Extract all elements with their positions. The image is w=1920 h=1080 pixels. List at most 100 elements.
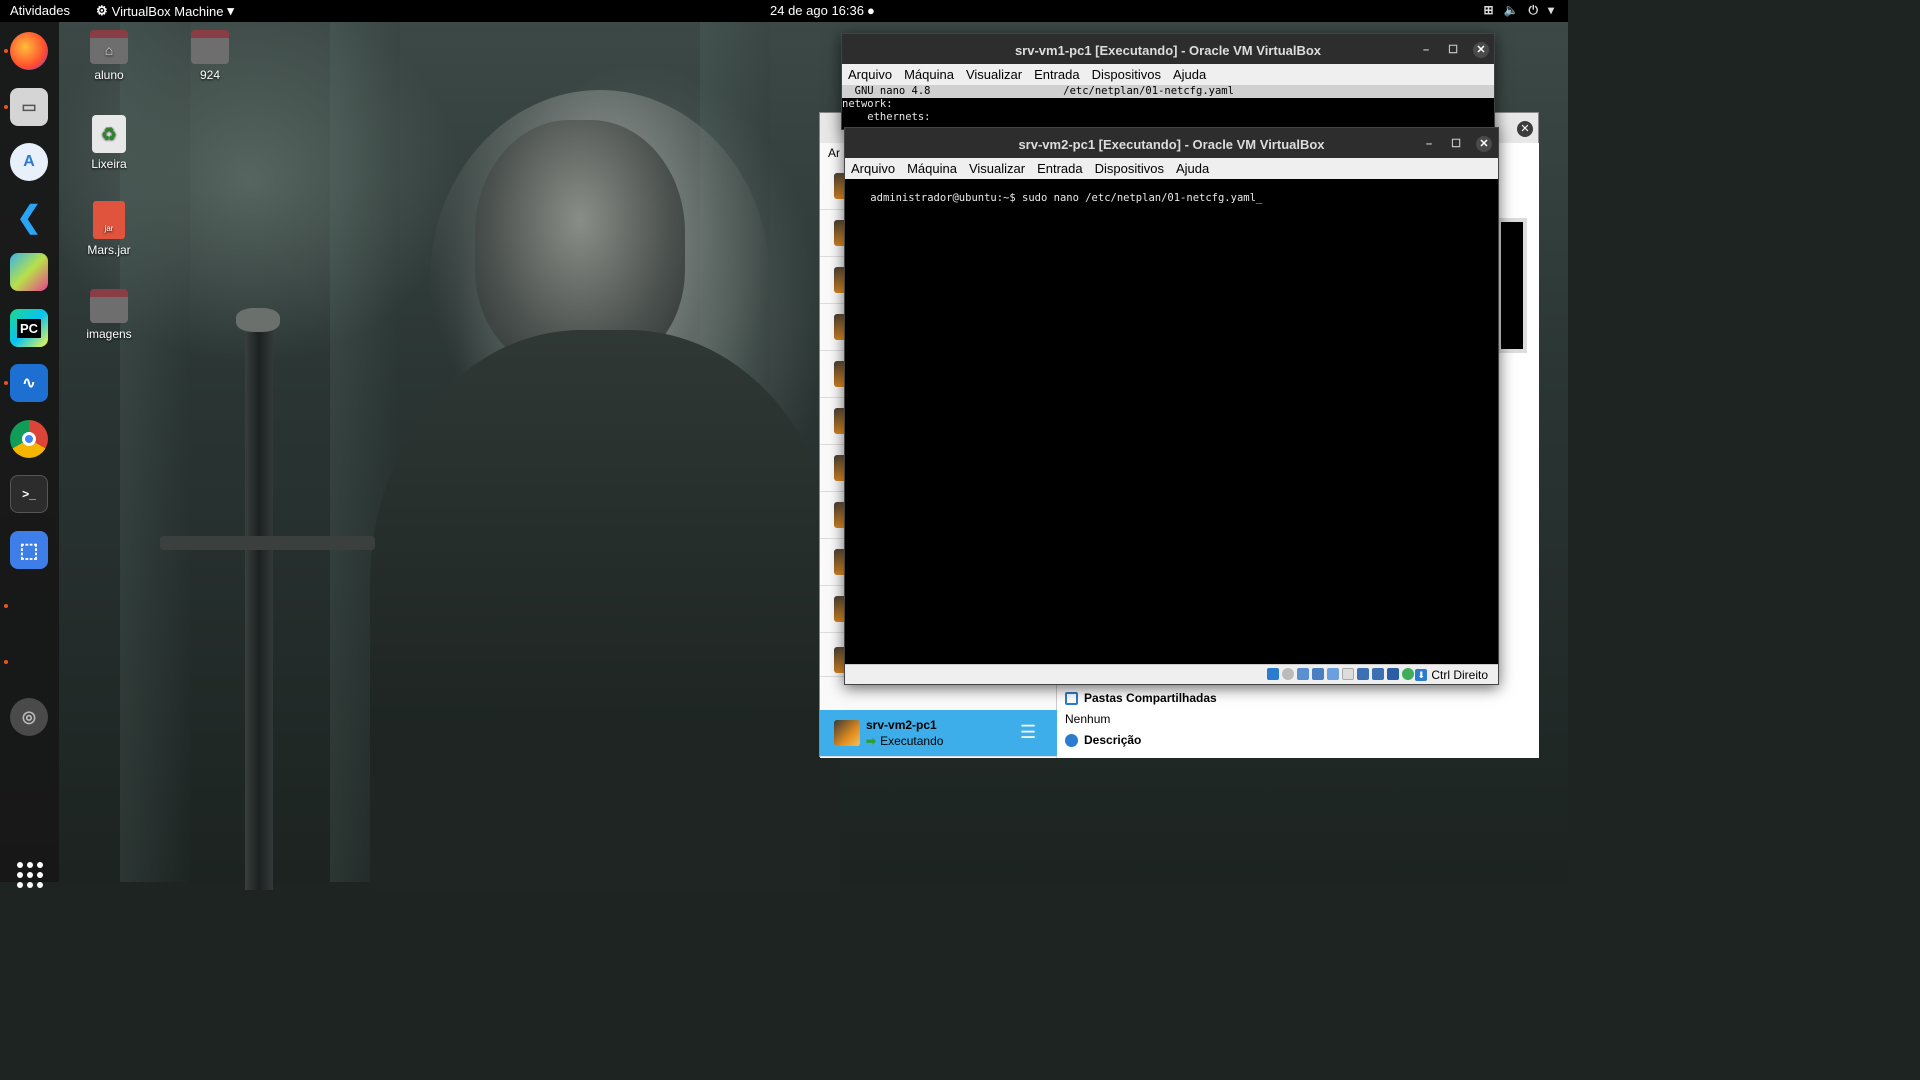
terminal-icon[interactable]: >_ xyxy=(10,475,48,513)
close-icon[interactable]: ✕ xyxy=(1517,121,1533,137)
close-icon[interactable]: ✕ xyxy=(1473,42,1489,58)
host-key-label: Ctrl Direito xyxy=(1431,668,1488,682)
menu-ajuda[interactable]: Ajuda xyxy=(1170,158,1215,179)
vm-preview xyxy=(1497,218,1527,353)
vm-os-icon xyxy=(834,720,860,746)
running-arrow-icon: ➡ xyxy=(866,734,877,748)
menu-entrada[interactable]: Entrada xyxy=(1031,158,1089,179)
desktop-icon-label: Mars.jar xyxy=(87,243,131,257)
audio-icon[interactable] xyxy=(1297,668,1309,680)
usb-icon[interactable] xyxy=(1327,668,1339,680)
desktop-icon-mars-jar[interactable]: jar Mars.jar xyxy=(64,201,154,257)
chevron-down-icon: ▾ xyxy=(1547,3,1554,17)
trash-icon: ♻ xyxy=(92,115,126,153)
vm2-terminal-screen[interactable]: administrador@ubuntu:~$ sudo nano /etc/n… xyxy=(845,179,1498,218)
pycharm-icon[interactable]: PC xyxy=(10,309,48,347)
shared-folder-status-icon[interactable] xyxy=(1342,668,1354,680)
cpu-icon[interactable] xyxy=(1387,668,1399,680)
menu-arquivo[interactable]: Arquivo xyxy=(845,158,901,179)
host-key-indicator[interactable]: ⬇ Ctrl Direito xyxy=(1415,668,1488,682)
dock: ▭ A ❮ PC ∿ >_ ⬚ ◎ xyxy=(0,22,59,888)
system-monitor-icon[interactable]: ∿ xyxy=(10,364,48,402)
window-title: srv-vm2-pc1 [Executando] - Oracle VM Vir… xyxy=(1018,137,1325,152)
keyboard-arrow-icon: ⬇ xyxy=(1415,669,1428,681)
close-icon[interactable]: ✕ xyxy=(1476,136,1492,152)
menu-maquina[interactable]: Máquina xyxy=(898,64,960,85)
desktop-icon-label: Lixeira xyxy=(91,157,127,171)
description-label: Descrição xyxy=(1084,733,1142,747)
network-icon: ⊞ xyxy=(1483,3,1494,17)
vm-state-label: Executando xyxy=(880,734,944,748)
firefox-icon[interactable] xyxy=(10,32,48,70)
folder-icon xyxy=(191,30,229,64)
menu-entrada[interactable]: Entrada xyxy=(1028,64,1086,85)
menu-maquina[interactable]: Máquina xyxy=(901,158,963,179)
menu-visualizar[interactable]: Visualizar xyxy=(960,64,1028,85)
files-icon[interactable]: ▭ xyxy=(10,88,48,126)
hard-disk-icon[interactable] xyxy=(1267,668,1279,680)
maximize-icon[interactable]: ☐ xyxy=(1445,42,1461,58)
vm2-menubar: Arquivo Máquina Visualizar Entrada Dispo… xyxy=(845,158,1498,179)
minimize-icon[interactable]: – xyxy=(1421,136,1437,152)
running-indicator xyxy=(4,105,8,109)
home-folder-icon: ⌂ xyxy=(90,30,128,64)
desktop-icon-imagens[interactable]: imagens xyxy=(64,289,154,341)
wallpaper-sword-pommel xyxy=(236,308,280,332)
network-adapter-icon[interactable] xyxy=(1312,668,1324,680)
shared-folders-heading[interactable]: Pastas Compartilhadas xyxy=(1065,691,1217,705)
menu-ajuda[interactable]: Ajuda xyxy=(1167,64,1212,85)
virtualbox-icon[interactable] xyxy=(10,253,48,291)
running-indicator xyxy=(4,49,8,53)
wallpaper-figure-body xyxy=(370,330,840,890)
vm-state: ➡ Executando xyxy=(866,734,943,748)
menu-arquivo[interactable]: Arquivo xyxy=(842,64,898,85)
activities-button[interactable]: Atividades xyxy=(10,3,70,18)
android-studio-icon[interactable]: A xyxy=(10,143,48,181)
running-indicator xyxy=(4,660,8,664)
vm1-window: srv-vm1-pc1 [Executando] - Oracle VM Vir… xyxy=(841,33,1495,130)
device-status-icons xyxy=(1267,668,1414,680)
window-title: srv-vm1-pc1 [Executando] - Oracle VM Vir… xyxy=(1014,43,1322,58)
desktop-icon-924[interactable]: 924 xyxy=(165,30,255,82)
maximize-icon[interactable]: ☐ xyxy=(1448,136,1464,152)
notification-dot-icon: ● xyxy=(867,3,875,18)
vm2-statusbar: ⬇ Ctrl Direito xyxy=(845,664,1498,684)
clock[interactable]: 24 de ago 16:36 xyxy=(770,3,864,18)
volume-icon: 🔈 xyxy=(1503,3,1519,17)
shared-folders-label: Pastas Compartilhadas xyxy=(1084,691,1217,705)
vm2-titlebar[interactable]: srv-vm2-pc1 [Executando] - Oracle VM Vir… xyxy=(845,128,1498,158)
desktop-icon-aluno[interactable]: ⌂ aluno xyxy=(64,30,154,82)
system-tray[interactable]: ⊞ 🔈 ⏻ ▾ xyxy=(1483,3,1554,18)
display-icon[interactable] xyxy=(1357,668,1369,680)
wallpaper-sword-guard xyxy=(160,536,375,550)
menu-dispositivos[interactable]: Dispositivos xyxy=(1086,64,1167,85)
wallpaper-sword xyxy=(245,330,273,890)
show-apps-icon[interactable] xyxy=(17,862,43,888)
folder-icon xyxy=(90,289,128,323)
shared-folder-icon xyxy=(1065,691,1078,705)
vm1-titlebar[interactable]: srv-vm1-pc1 [Executando] - Oracle VM Vir… xyxy=(842,34,1494,64)
running-indicator xyxy=(4,381,8,385)
vm-list-item-selected[interactable]: srv-vm2-pc1 ➡ Executando ☰ xyxy=(820,710,1057,757)
minimize-icon[interactable]: – xyxy=(1418,42,1434,58)
optical-disk-icon[interactable] xyxy=(1282,668,1294,680)
menu-visualizar[interactable]: Visualizar xyxy=(963,158,1031,179)
running-indicator xyxy=(4,604,8,608)
vm-name: srv-vm2-pc1 xyxy=(866,718,937,732)
shared-folders-value: Nenhum xyxy=(1065,712,1111,726)
description-heading[interactable]: Descrição xyxy=(1065,733,1141,747)
list-menu-icon[interactable]: ☰ xyxy=(1020,722,1040,742)
manager-tab-fragment[interactable]: Ar xyxy=(828,146,840,160)
recording-icon[interactable] xyxy=(1372,668,1384,680)
screenshot-icon[interactable]: ⬚ xyxy=(10,531,48,569)
menu-dispositivos[interactable]: Dispositivos xyxy=(1089,158,1170,179)
app-menu-label: VirtualBox Machine xyxy=(111,3,224,19)
chrome-icon[interactable] xyxy=(10,420,48,458)
optical-drive-icon[interactable]: ◎ xyxy=(10,698,48,736)
vscode-icon[interactable]: ❮ xyxy=(10,198,48,236)
app-menu[interactable]: ⚙ VirtualBox Machine ▾ xyxy=(96,3,234,19)
top-bar: Atividades ⚙ VirtualBox Machine ▾ 24 de … xyxy=(0,0,1568,22)
desktop-icon-trash[interactable]: ♻ Lixeira xyxy=(64,115,154,171)
mouse-integration-icon[interactable] xyxy=(1402,668,1414,680)
nano-header: GNU nano 4.8 /etc/netplan/01-netcfg.yaml xyxy=(842,85,1494,98)
